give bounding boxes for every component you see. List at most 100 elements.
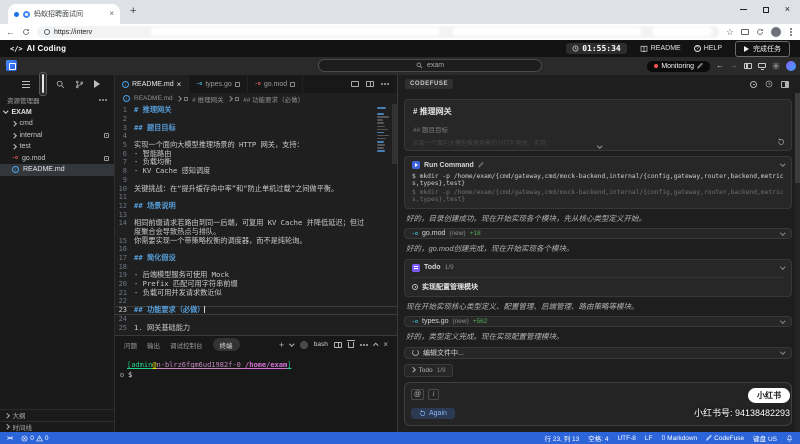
todo-collapsed-pill[interactable]: Todo 1/9 bbox=[404, 363, 453, 377]
edit-command-icon[interactable] bbox=[478, 162, 484, 168]
tree-item-readme[interactable]: i README.md bbox=[0, 164, 114, 176]
side-panel-icon[interactable] bbox=[741, 29, 749, 35]
collapse-card-icon[interactable] bbox=[779, 264, 785, 270]
user-avatar[interactable] bbox=[786, 61, 796, 71]
readme-label: README bbox=[650, 45, 681, 52]
editor-more-icon[interactable] bbox=[384, 83, 386, 85]
problems-indicator[interactable]: 0 0 bbox=[21, 435, 48, 442]
terminal-content[interactable]: [admin@n-blrz6fqm6ud1982f-0 /home/exam] … bbox=[115, 353, 397, 387]
source-control-icon[interactable] bbox=[75, 80, 84, 89]
tab-gomod[interactable]: -o go.mod bbox=[248, 75, 304, 93]
command-center-search[interactable]: exam bbox=[318, 59, 542, 72]
code-editor[interactable]: 1 # 推理网关 2 3 ## 题目目标 4 5 实现一个面向大模型推理场景的 HTTP 网关… bbox=[115, 104, 397, 335]
readme-button[interactable]: README bbox=[640, 45, 681, 53]
tree-item-gomod[interactable]: -o go.mod bbox=[0, 153, 114, 165]
eol[interactable]: LF bbox=[645, 435, 653, 442]
breadcrumb[interactable]: i README.md # 推理网关 ## 功能要求（必做） bbox=[115, 93, 397, 104]
help-button[interactable]: ? HELP bbox=[693, 45, 722, 52]
collapse-card-icon[interactable] bbox=[779, 318, 785, 324]
encoding[interactable]: UTF-8 bbox=[617, 435, 635, 442]
new-tab-button[interactable]: + bbox=[130, 6, 136, 17]
assistant-status[interactable]: CodeFuse bbox=[706, 435, 744, 442]
toggle-sidebar-icon[interactable] bbox=[744, 63, 752, 69]
quote-subheading: ## 题目目标 bbox=[413, 127, 449, 134]
tab-output[interactable]: 输出 bbox=[147, 340, 160, 350]
kill-terminal-icon[interactable] bbox=[347, 340, 356, 348]
run-debug-icon[interactable] bbox=[94, 80, 100, 88]
site-info-icon[interactable] bbox=[44, 29, 50, 35]
terminal-dropdown-icon[interactable] bbox=[289, 341, 295, 346]
window-minimize-button[interactable] bbox=[739, 9, 747, 10]
keyboard-layout[interactable]: 键盘 US bbox=[753, 433, 777, 443]
shell-label[interactable]: bash bbox=[314, 341, 328, 348]
help-label: HELP bbox=[703, 45, 722, 52]
go-file-icon: -o bbox=[412, 230, 419, 237]
editing-file-card: 编辑文件中... bbox=[404, 346, 792, 359]
sync-icon[interactable] bbox=[756, 28, 764, 36]
tree-item-test[interactable]: test bbox=[0, 141, 114, 153]
terminal-more-icon[interactable] bbox=[362, 343, 365, 346]
refresh-icon[interactable] bbox=[22, 28, 30, 36]
bell-icon[interactable] bbox=[786, 435, 793, 442]
browser-menu-icon[interactable] bbox=[790, 31, 792, 33]
context-icon[interactable]: i bbox=[428, 388, 440, 400]
collapse-card-icon[interactable] bbox=[779, 230, 785, 236]
explorer-more-icon[interactable] bbox=[102, 98, 104, 101]
tab-readme[interactable]: i README.md × bbox=[115, 75, 190, 93]
screen-icon[interactable] bbox=[758, 62, 766, 70]
open-changes-icon[interactable] bbox=[351, 81, 359, 87]
tree-item-cmd[interactable]: cmd bbox=[0, 118, 114, 130]
monitoring-indicator[interactable]: Monitoring bbox=[647, 60, 710, 72]
menu-icon[interactable] bbox=[22, 83, 30, 85]
file-card-typesgo[interactable]: -o types.go (new) +562 bbox=[404, 316, 792, 328]
explorer-icon[interactable] bbox=[39, 72, 47, 96]
maximize-panel-icon[interactable] bbox=[373, 343, 379, 348]
remote-indicator[interactable]: >< bbox=[7, 435, 13, 442]
language-mode[interactable]: {} Markdown bbox=[661, 435, 697, 442]
new-session-icon[interactable] bbox=[750, 80, 757, 88]
finish-task-button[interactable]: 完成任务 bbox=[735, 40, 790, 57]
braces-icon: {} bbox=[661, 435, 666, 441]
gear-icon[interactable] bbox=[772, 62, 780, 70]
close-panel-icon[interactable]: × bbox=[383, 340, 388, 349]
nav-back-icon[interactable]: ← bbox=[716, 62, 724, 70]
search-view-icon[interactable] bbox=[56, 80, 65, 89]
mention-icon[interactable]: @ bbox=[411, 388, 425, 400]
split-terminal-icon[interactable] bbox=[333, 341, 342, 348]
cursor-position[interactable]: 行 23, 列 13 bbox=[545, 433, 580, 443]
browser-profile-avatar[interactable] bbox=[771, 27, 781, 37]
indentation[interactable]: 空格: 4 bbox=[588, 433, 608, 443]
info-file-icon: i bbox=[123, 95, 130, 102]
open-panel-icon[interactable] bbox=[781, 80, 789, 88]
tab-terminal[interactable]: 终端 bbox=[212, 338, 240, 351]
collapse-card-icon[interactable] bbox=[779, 349, 785, 354]
panel-scrollbar[interactable] bbox=[795, 93, 800, 432]
nav-forward-icon[interactable]: ← bbox=[730, 61, 738, 70]
window-close-button[interactable]: × bbox=[785, 5, 790, 14]
go-file-icon: -o bbox=[196, 81, 203, 87]
favicon bbox=[23, 10, 30, 18]
tab-problems[interactable]: 问题 bbox=[124, 340, 137, 350]
collapse-card-icon[interactable] bbox=[779, 161, 785, 167]
split-editor-icon[interactable] bbox=[366, 81, 374, 87]
minimap[interactable] bbox=[377, 107, 390, 153]
timeline-section[interactable]: 时间线 bbox=[0, 420, 114, 433]
modified-badge-icon bbox=[290, 81, 296, 87]
tree-item-internal[interactable]: internal bbox=[0, 130, 114, 142]
history-icon[interactable] bbox=[765, 80, 773, 88]
tab-close-icon[interactable]: × bbox=[109, 10, 114, 18]
tree-root-exam[interactable]: EXAM bbox=[0, 106, 114, 118]
back-icon[interactable]: ← bbox=[6, 27, 15, 37]
tab-typesgo[interactable]: -o types.go bbox=[189, 75, 248, 93]
window-maximize-button[interactable] bbox=[762, 6, 769, 13]
bookmark-star-icon[interactable]: ☆ bbox=[726, 27, 734, 37]
new-terminal-icon[interactable]: + bbox=[279, 340, 284, 350]
resend-icon[interactable] bbox=[777, 138, 785, 146]
outline-section[interactable]: 大纲 bbox=[0, 409, 114, 421]
tab-debug-console[interactable]: 调试控制台 bbox=[170, 340, 203, 350]
file-card-gomod[interactable]: -o go.mod (new) +18 bbox=[404, 228, 792, 240]
tab-close-icon[interactable]: × bbox=[177, 80, 182, 89]
assistant-title-tab[interactable]: CODEFUSE bbox=[405, 79, 454, 89]
browser-tab[interactable]: 蚂蚁招聘面试间 × bbox=[8, 4, 120, 24]
again-button[interactable]: Again bbox=[411, 408, 455, 419]
